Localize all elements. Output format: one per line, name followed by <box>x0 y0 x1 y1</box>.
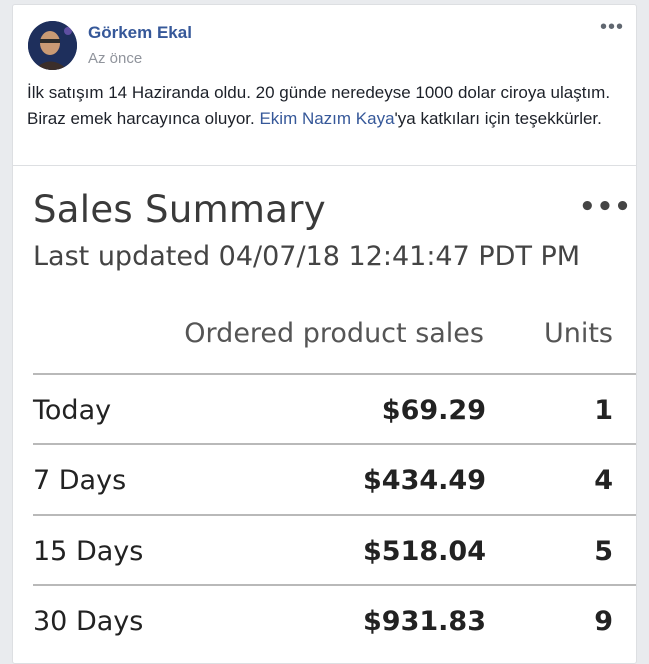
row-period: 30 Days <box>33 606 144 637</box>
row-units: 4 <box>594 465 613 496</box>
table-row: 7 Days $434.49 4 <box>33 443 636 515</box>
post-text-part2: 'ya katkıları için teşekkürler. <box>394 109 602 128</box>
avatar[interactable] <box>28 21 77 70</box>
table-row: 30 Days $931.83 9 <box>33 584 636 656</box>
last-updated: Last updated 04/07/18 12:41:47 PDT PM <box>33 241 581 272</box>
row-units: 9 <box>594 606 613 637</box>
row-period: Today <box>33 395 112 426</box>
row-units: 1 <box>594 395 613 426</box>
row-period: 15 Days <box>33 536 144 567</box>
sales-summary-title: Sales Summary <box>33 188 326 231</box>
row-units: 5 <box>594 536 613 567</box>
table-row: 15 Days $518.04 5 <box>33 514 636 586</box>
sales-summary-image[interactable]: Sales Summary ••• Last updated 04/07/18 … <box>13 165 636 663</box>
post-text: İlk satışım 14 Haziranda oldu. 20 günde … <box>27 80 619 132</box>
post-timestamp[interactable]: Az önce <box>88 50 142 67</box>
author-name[interactable]: Görkem Ekal <box>88 23 192 43</box>
mention-link[interactable]: Ekim Nazım Kaya <box>259 109 394 128</box>
post-card: Görkem Ekal Az önce ••• İlk satışım 14 H… <box>12 4 637 664</box>
column-header-units: Units <box>543 318 613 349</box>
column-header-sales: Ordered product sales <box>184 318 484 349</box>
row-period: 7 Days <box>33 465 127 496</box>
row-sales: $69.29 <box>381 395 486 426</box>
row-sales: $518.04 <box>363 536 486 567</box>
sales-summary-menu-icon: ••• <box>579 192 632 222</box>
row-sales: $434.49 <box>363 465 486 496</box>
row-sales: $931.83 <box>363 606 486 637</box>
post-options-button[interactable]: ••• <box>600 17 624 37</box>
table-row: Today $69.29 1 <box>33 373 636 445</box>
